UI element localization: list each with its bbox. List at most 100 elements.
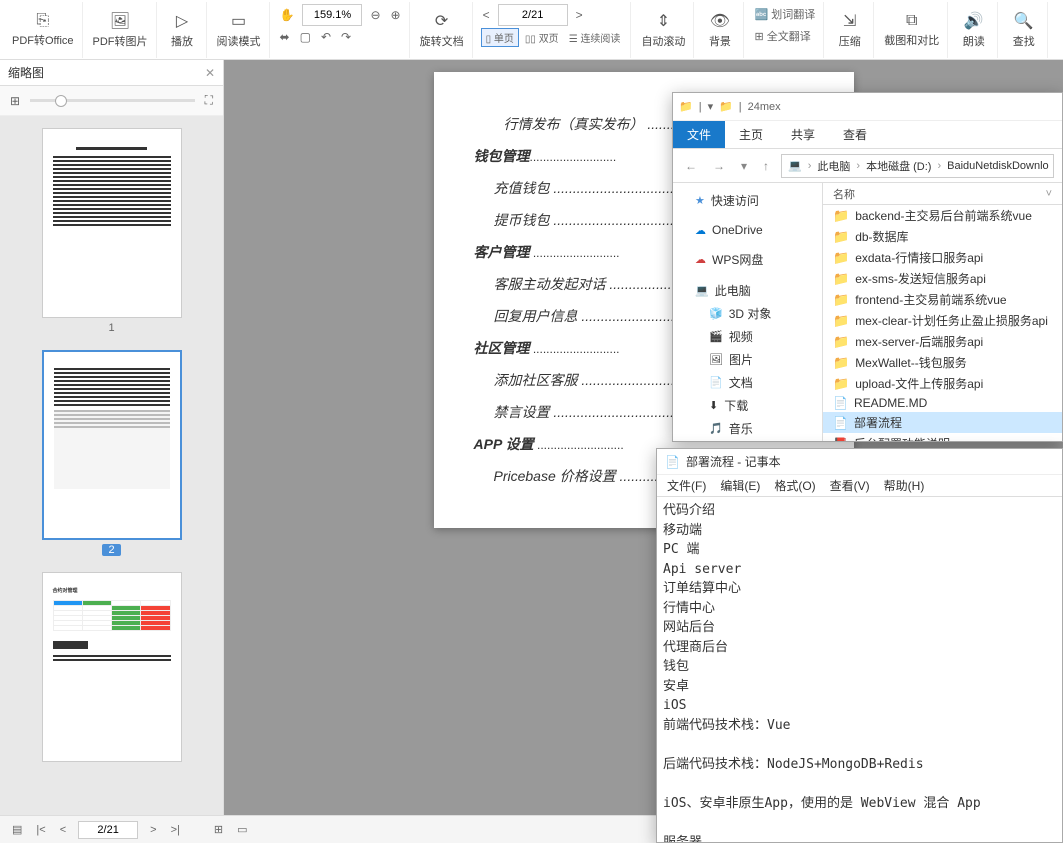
notepad-window: 📄 部署流程 - 记事本 文件(F) 编辑(E) 格式(O) 查看(V) 帮助(… xyxy=(656,448,1063,843)
tree-3d-objects[interactable]: 🧊3D 对象 xyxy=(677,302,818,325)
back-icon[interactable]: ← xyxy=(681,157,701,175)
tree-pictures[interactable]: 🖼图片 xyxy=(677,348,818,371)
file-name: frontend-主交易前端系统vue xyxy=(855,291,1006,308)
view-mode2-icon[interactable]: ▭ xyxy=(235,821,249,838)
menu-view[interactable]: 查看(V) xyxy=(824,475,876,496)
files-column-header[interactable]: 名称˅ xyxy=(823,183,1062,205)
explorer-titlebar[interactable]: 📁 | ▾ 📁 | 24mex xyxy=(673,93,1062,121)
read-aloud-button[interactable]: 🔊 朗读 xyxy=(950,2,998,58)
file-row[interactable]: 📁mex-clear-计划任务止盈止损服务api xyxy=(823,310,1062,331)
file-row[interactable]: 📁backend-主交易后台前端系统vue xyxy=(823,205,1062,226)
file-row[interactable]: 📁exdata-行情接口服务api xyxy=(823,247,1062,268)
rotate-button[interactable]: ⟳ 旋转文档 xyxy=(412,2,473,58)
breadcrumb[interactable]: 💻 › 此电脑 › 本地磁盘 (D:) › BaiduNetdiskDownlo xyxy=(781,154,1054,178)
menu-help[interactable]: 帮助(H) xyxy=(878,475,931,496)
read-mode-button[interactable]: ▭ 阅读模式 xyxy=(209,2,270,58)
word-translate-button[interactable]: 🔤 划词翻译 xyxy=(752,4,817,24)
zoom-input[interactable] xyxy=(302,4,362,26)
menu-format[interactable]: 格式(O) xyxy=(768,475,821,496)
tree-documents[interactable]: 📄文档 xyxy=(677,371,818,394)
dual-page-button[interactable]: ▯▯ 双页 xyxy=(521,29,563,46)
auto-scroll-button[interactable]: ⇕ 自动滚动 xyxy=(633,2,694,58)
forward-icon[interactable]: → xyxy=(709,157,729,175)
redo-icon[interactable]: ↷ xyxy=(339,28,353,46)
continuous-button[interactable]: ☰ 连续阅读 xyxy=(565,29,625,46)
tab-share[interactable]: 共享 xyxy=(777,121,829,148)
file-row[interactable]: 📁db-数据库 xyxy=(823,226,1062,247)
pdf-to-image-button[interactable]: 🖼 PDF转图片 xyxy=(85,2,157,58)
cloud-icon: ☁ xyxy=(695,253,706,266)
prev-page-icon[interactable]: < xyxy=(481,6,492,24)
zoom-in-icon[interactable]: ⊕ xyxy=(389,6,403,24)
menu-file[interactable]: 文件(F) xyxy=(661,475,712,496)
next-page-icon[interactable]: > xyxy=(574,6,585,24)
breadcrumb-disk[interactable]: 本地磁盘 (D:) xyxy=(866,158,931,174)
tab-file[interactable]: 文件 xyxy=(673,121,725,148)
tree-wps[interactable]: ☁WPS网盘 xyxy=(677,248,818,271)
thumbnail-item[interactable]: 合约对管理 xyxy=(42,572,182,766)
read-mode-label: 阅读模式 xyxy=(217,33,261,49)
thumb-grid-icon[interactable]: ⊞ xyxy=(8,92,22,110)
tree-music[interactable]: 🎵音乐 xyxy=(677,417,818,440)
explorer-separator: | xyxy=(739,101,742,113)
fit-width-icon[interactable]: ⬌ xyxy=(278,28,292,46)
file-row[interactable]: 📁ex-sms-发送短信服务api xyxy=(823,268,1062,289)
notepad-text-area[interactable]: 代码介绍 移动端 PC 端 Api server 订单结算中心 行情中心 网站后… xyxy=(657,497,1062,842)
file-row[interactable]: 📁frontend-主交易前端系统vue xyxy=(823,289,1062,310)
doc-icon: 📄 xyxy=(833,416,848,430)
tab-home[interactable]: 主页 xyxy=(725,121,777,148)
hand-tool-icon[interactable]: ✋ xyxy=(278,6,297,24)
file-row[interactable]: 📄README.MD xyxy=(823,394,1062,412)
thumb-expand-icon[interactable]: ⛶ xyxy=(203,91,215,110)
sort-icon[interactable]: ˅ xyxy=(1046,188,1052,200)
play-label: 播放 xyxy=(171,33,193,49)
play-button[interactable]: ▷ 播放 xyxy=(159,2,207,58)
bottom-page-input[interactable] xyxy=(78,821,138,839)
file-row[interactable]: 📕后台配置功能说明 xyxy=(823,433,1062,441)
thumbnail-zoom-slider[interactable] xyxy=(30,99,195,102)
compress-button[interactable]: ⇲ 压缩 xyxy=(826,2,874,58)
explorer-nav: ← → ▾ ↑ 💻 › 此电脑 › 本地磁盘 (D:) › BaiduNetdi… xyxy=(673,149,1062,183)
pdf-image-label: PDF转图片 xyxy=(93,33,148,49)
thumbnail-item[interactable]: 2 xyxy=(42,350,182,556)
thumbnail-item[interactable]: 1 xyxy=(42,128,182,334)
tree-this-pc[interactable]: 💻此电脑 xyxy=(677,279,818,302)
tree-downloads[interactable]: ⬇下载 xyxy=(677,394,818,417)
prev-page-bottom-icon[interactable]: < xyxy=(58,822,68,838)
breadcrumb-folder[interactable]: BaiduNetdiskDownlo xyxy=(947,160,1049,172)
pdf-to-office-button[interactable]: ⎘ PDF转Office xyxy=(4,2,83,58)
sidebar-toggle-icon[interactable]: ▤ xyxy=(10,821,24,838)
file-row[interactable]: 📁MexWallet--钱包服务 xyxy=(823,352,1062,373)
close-thumbnail-icon[interactable]: ✕ xyxy=(205,66,215,80)
file-row[interactable]: 📄部署流程 xyxy=(823,412,1062,433)
zoom-out-icon[interactable]: ⊖ xyxy=(368,6,382,24)
first-page-icon[interactable]: |< xyxy=(34,822,47,838)
next-page-bottom-icon[interactable]: > xyxy=(148,822,158,838)
page-input[interactable] xyxy=(498,4,568,26)
thumbnail-list[interactable]: 1 2 合约对管理 xyxy=(0,116,223,815)
menu-edit[interactable]: 编辑(E) xyxy=(714,475,766,496)
up-icon[interactable]: ↑ xyxy=(759,157,773,175)
explorer-tree[interactable]: ★快速访问 ☁OneDrive ☁WPS网盘 💻此电脑 🧊3D 对象 🎬视频 🖼… xyxy=(673,183,823,441)
find-button[interactable]: 🔍 查找 xyxy=(1000,2,1048,58)
history-icon[interactable]: ▾ xyxy=(737,157,751,175)
background-button[interactable]: 👁 背景 xyxy=(696,2,744,58)
tree-videos[interactable]: 🎬视频 xyxy=(677,325,818,348)
explorer-file-list[interactable]: 名称˅ 📁backend-主交易后台前端系统vue📁db-数据库📁exdata-… xyxy=(823,183,1062,441)
notepad-titlebar[interactable]: 📄 部署流程 - 记事本 xyxy=(657,449,1062,475)
view-mode-icon[interactable]: ⊞ xyxy=(212,821,225,838)
tab-view[interactable]: 查看 xyxy=(829,121,881,148)
file-row[interactable]: 📁mex-server-后端服务api xyxy=(823,331,1062,352)
file-name: exdata-行情接口服务api xyxy=(855,249,983,266)
file-row[interactable]: 📁upload-文件上传服务api xyxy=(823,373,1062,394)
full-translate-button[interactable]: ⊞ 全文翻译 xyxy=(752,26,812,46)
tree-onedrive[interactable]: ☁OneDrive xyxy=(677,220,818,240)
fit-page-icon[interactable]: ▢ xyxy=(298,28,313,46)
single-page-button[interactable]: ▯ 单页 xyxy=(481,28,519,47)
screenshot-button[interactable]: ⧉ 截图和对比 xyxy=(876,2,948,58)
tree-quick-access[interactable]: ★快速访问 xyxy=(677,189,818,212)
breadcrumb-pc[interactable]: 此电脑 xyxy=(817,158,850,174)
explorer-down-icon[interactable]: ▾ xyxy=(708,100,714,113)
last-page-icon[interactable]: >| xyxy=(169,822,182,838)
undo-icon[interactable]: ↶ xyxy=(319,28,333,46)
